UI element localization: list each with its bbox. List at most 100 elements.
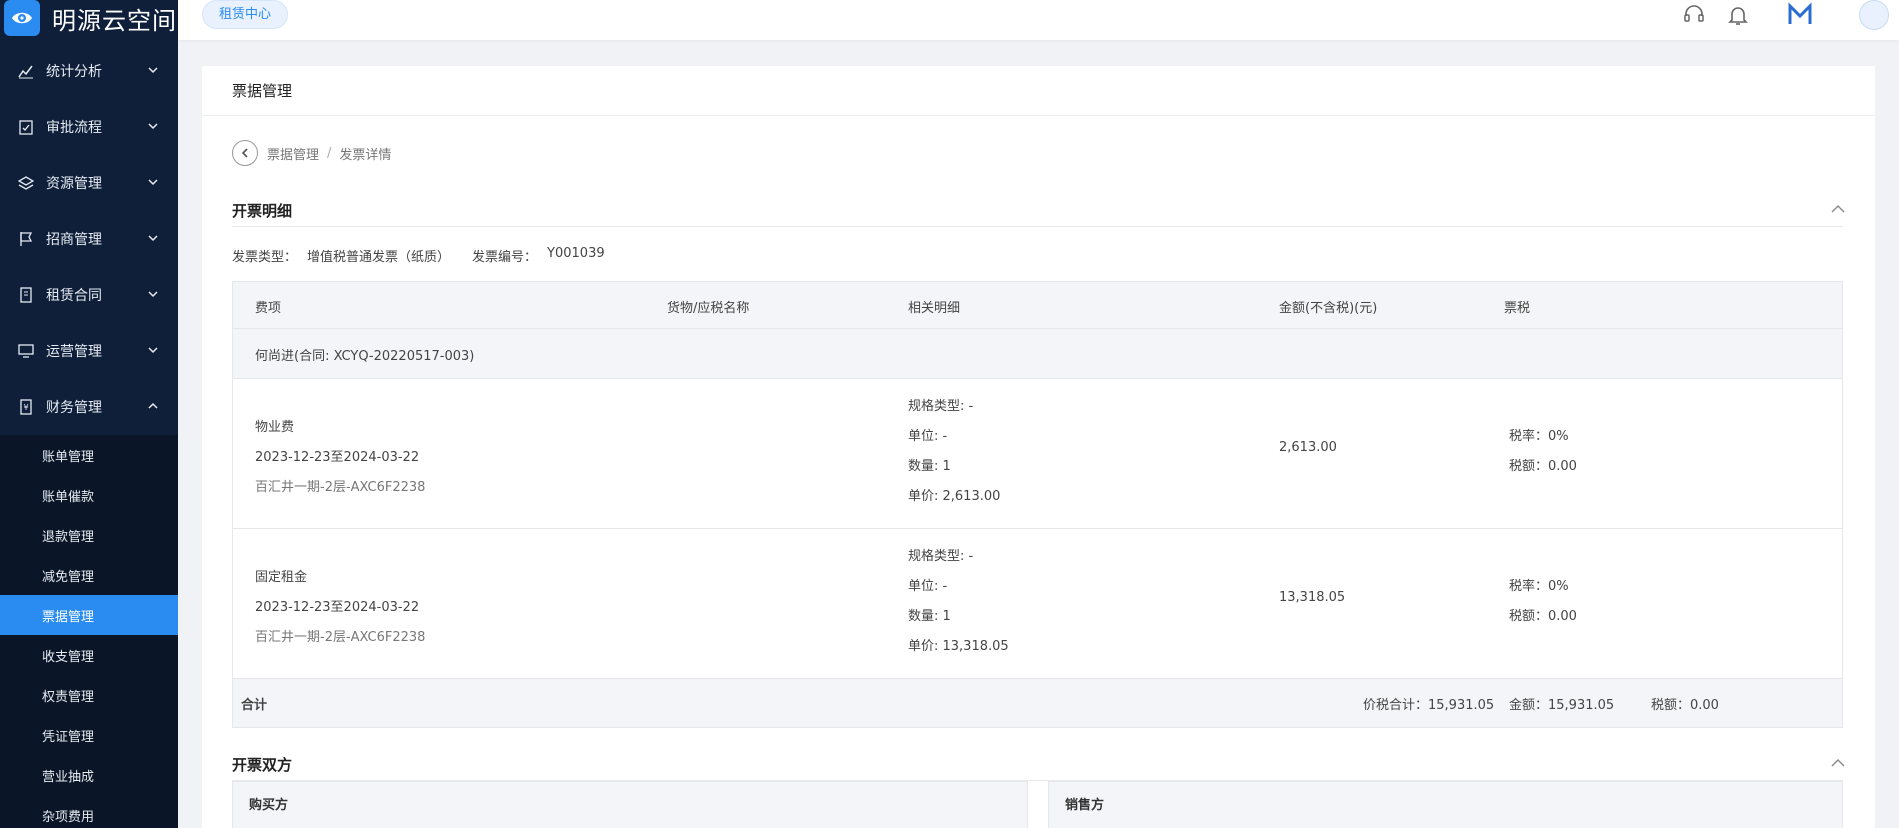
- nav-group-leasing[interactable]: 招商管理: [0, 211, 178, 267]
- bell-icon[interactable]: [1725, 2, 1751, 28]
- nav-group-label: 审批流程: [46, 120, 102, 136]
- sidebar-item-accrual[interactable]: 权责管理: [0, 675, 178, 715]
- sidebar-item-vouchers[interactable]: 凭证管理: [0, 715, 178, 755]
- nav-group-label: 租赁合同: [46, 288, 102, 304]
- nav-group-label: 统计分析: [46, 64, 102, 80]
- nav-group-finance[interactable]: ¥ 财务管理: [0, 379, 178, 435]
- detail-spec: 规格类型: -: [908, 399, 974, 414]
- detail-qty: 数量: 1: [908, 609, 951, 624]
- logo[interactable]: 明源云空间: [0, 0, 178, 36]
- main-card: 票据管理 票据管理 / 发票详情 开票明细 发票类型： 增值税普通发票（纸质） …: [202, 66, 1875, 828]
- amount: 2,613.00: [1279, 440, 1337, 455]
- table-header: 费项 货物/应税名称 相关明细 金额(不含税)(元) 票税: [233, 282, 1842, 329]
- sidebar-item-income-expense[interactable]: 收支管理: [0, 635, 178, 675]
- amount: 13,318.05: [1279, 590, 1346, 605]
- column-header: 费项: [255, 301, 282, 316]
- sidebar-item-bill-reminders[interactable]: 账单催款: [0, 475, 178, 515]
- headset-icon[interactable]: [1681, 2, 1707, 28]
- tab-lease-center[interactable]: 租赁中心: [202, 0, 289, 29]
- chevron-down-icon: [148, 235, 158, 242]
- nav-group-stats[interactable]: 统计分析: [0, 43, 178, 99]
- sidebar-item-misc-fees[interactable]: 杂项费用: [0, 795, 178, 828]
- chevron-down-icon: [148, 67, 158, 74]
- detail-price: 单价: 2,613.00: [908, 489, 1001, 504]
- sidebar-item-reductions[interactable]: 减免管理: [0, 555, 178, 595]
- finance-submenu: 账单管理 账单催款 退款管理 减免管理 票据管理 收支管理 权责管理 凭证管理 …: [0, 435, 178, 828]
- breadcrumb-separator: /: [327, 145, 332, 161]
- sidebar-item-refunds[interactable]: 退款管理: [0, 515, 178, 555]
- chevron-down-icon: [148, 179, 158, 186]
- topbar: 租赁中心: [178, 0, 1899, 40]
- chevron-up-icon[interactable]: [1831, 758, 1845, 768]
- svg-text:¥: ¥: [23, 403, 28, 412]
- logo-eye-icon: [4, 0, 40, 36]
- section-title-invoice-details: 开票明细: [232, 202, 293, 220]
- tax-rate: 税率：0%: [1509, 429, 1569, 444]
- nav-group-label: 招商管理: [46, 232, 102, 248]
- logo-text: 明源云空间: [52, 6, 177, 35]
- nav-group-contracts[interactable]: 租赁合同: [0, 267, 178, 323]
- detail-spec: 规格类型: -: [908, 549, 974, 564]
- breadcrumb: 票据管理 / 发票详情: [232, 140, 391, 166]
- detail-price: 单价: 13,318.05: [908, 639, 1009, 654]
- invoice-no-value: Y001039: [547, 246, 605, 261]
- divider: [232, 226, 1843, 227]
- avatar[interactable]: [1859, 0, 1889, 30]
- detail-unit: 单位: -: [908, 429, 948, 444]
- table-group-row: 何尚进(合同: XCYQ-20220517-003): [233, 329, 1842, 379]
- back-button[interactable]: [232, 140, 258, 166]
- table-row: 固定租金 2023-12-23至2024-03-22 百汇井一期-2层-AXC6…: [233, 529, 1842, 679]
- chevron-down-icon: [148, 347, 158, 354]
- breadcrumb-current: 发票详情: [339, 147, 392, 163]
- breadcrumb-parent[interactable]: 票据管理: [267, 144, 319, 163]
- nav-group-approval[interactable]: 审批流程: [0, 99, 178, 155]
- invoice-type-value: 增值税普通发票（纸质）: [307, 250, 451, 265]
- summary-amount: 金额：15,931.05: [1509, 698, 1615, 713]
- fee-name: 固定租金: [255, 570, 308, 585]
- tax-amount: 税额：0.00: [1509, 609, 1577, 624]
- nav-group-resources[interactable]: 资源管理: [0, 155, 178, 211]
- seller-header: 销售方: [1048, 781, 1843, 828]
- column-header: 金额(不含税)(元): [1279, 301, 1378, 316]
- table-summary-row: 合计 价税合计：15,931.05 金额：15,931.05 税额：0.00: [233, 679, 1842, 727]
- column-header: 票税: [1504, 301, 1531, 316]
- monitor-icon: [18, 344, 34, 358]
- sidebar: 明源云空间 统计分析 审批流程 资源管理 招商管理 租赁合同 运营管理 ¥ 财务…: [0, 0, 178, 828]
- table-row: 物业费 2023-12-23至2024-03-22 百汇井一期-2层-AXC6F…: [233, 379, 1842, 529]
- section-title-parties: 开票双方: [232, 756, 293, 774]
- layers-icon: [18, 176, 34, 190]
- chevron-up-icon[interactable]: [1831, 204, 1845, 214]
- page-title: 票据管理: [202, 66, 1875, 116]
- detail-unit: 单位: -: [908, 579, 948, 594]
- nav-group-label: 资源管理: [46, 176, 102, 192]
- column-header: 相关明细: [908, 301, 961, 316]
- buyer-header: 购买方: [232, 781, 1028, 828]
- fee-room: 百汇井一期-2层-AXC6F2238: [255, 480, 426, 495]
- invoice-meta: 发票类型： 增值税普通发票（纸质） 发票编号： Y001039: [232, 246, 615, 265]
- group-label: 何尚进(合同: XCYQ-20220517-003): [255, 349, 475, 364]
- fee-name: 物业费: [255, 420, 295, 435]
- detail-qty: 数量: 1: [908, 459, 951, 474]
- column-header: 货物/应税名称: [667, 301, 750, 316]
- summary-tax: 税额：0.00: [1651, 698, 1719, 713]
- sidebar-item-bills[interactable]: 账单管理: [0, 435, 178, 475]
- sidebar-item-invoices[interactable]: 票据管理: [0, 595, 178, 635]
- fee-room: 百汇井一期-2层-AXC6F2238: [255, 630, 426, 645]
- fee-period: 2023-12-23至2024-03-22: [255, 450, 420, 465]
- sidebar-item-commission[interactable]: 营业抽成: [0, 755, 178, 795]
- invoice-table: 费项 货物/应税名称 相关明细 金额(不含税)(元) 票税 何尚进(合同: XC…: [232, 281, 1843, 728]
- nav-group-label: 运营管理: [46, 344, 102, 360]
- chevron-down-icon: [148, 291, 158, 298]
- clipboard-check-icon: [19, 120, 33, 135]
- chevron-up-icon: [148, 402, 158, 409]
- summary-total-with-tax: 价税合计：15,931.05: [1363, 698, 1495, 713]
- finance-icon: ¥: [20, 399, 32, 415]
- brand-m-icon[interactable]: [1787, 2, 1813, 28]
- tax-rate: 税率：0%: [1509, 579, 1569, 594]
- invoice-type-label: 发票类型：: [232, 250, 298, 265]
- tax-amount: 税额：0.00: [1509, 459, 1577, 474]
- summary-label: 合计: [241, 698, 268, 713]
- nav-group-label: 财务管理: [46, 400, 102, 416]
- nav-group-operations[interactable]: 运营管理: [0, 323, 178, 379]
- invoice-no-label: 发票编号：: [472, 250, 538, 265]
